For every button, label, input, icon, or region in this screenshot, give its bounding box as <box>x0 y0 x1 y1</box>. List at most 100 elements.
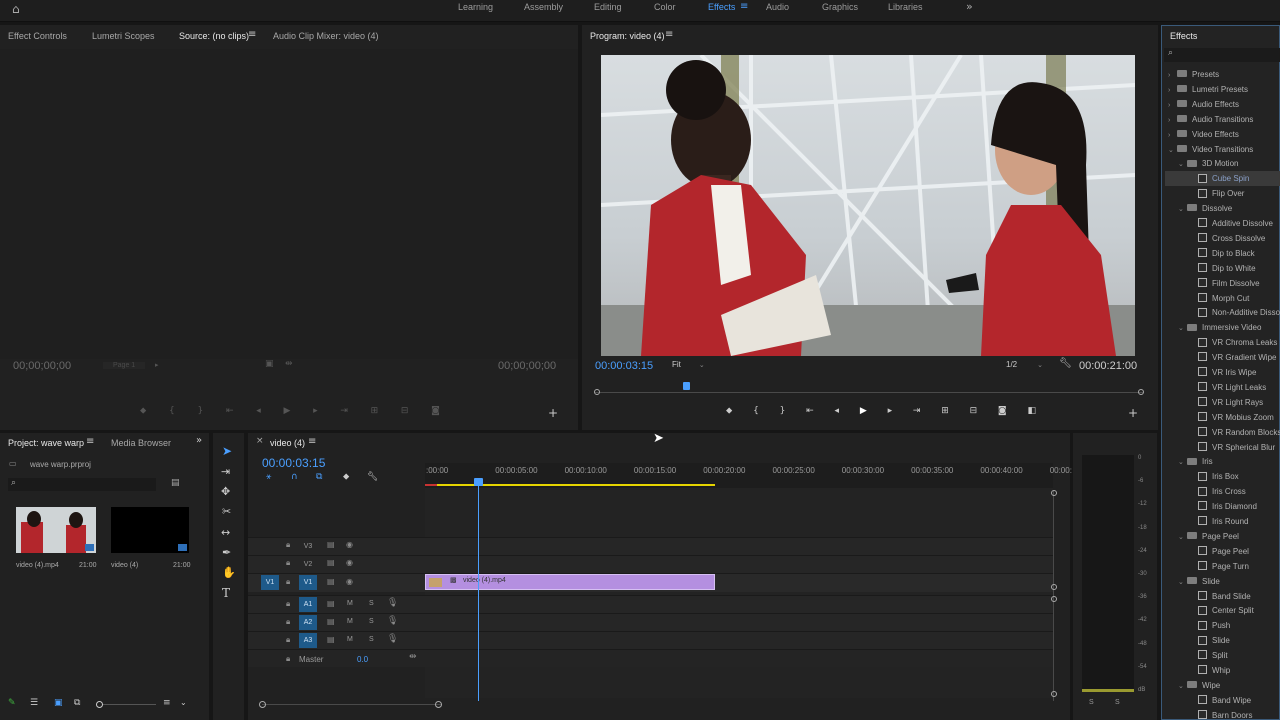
effects-tree-item[interactable]: Iris Diamond <box>1165 499 1280 514</box>
effects-tree-item[interactable]: Iris Cross <box>1165 484 1280 499</box>
camera-icon[interactable]: ◙ <box>998 407 1007 419</box>
linked-selection-icon[interactable]: ⧉ <box>316 473 322 482</box>
effects-tree-item[interactable]: › Lumetri Presets <box>1165 82 1280 97</box>
solo-right-button[interactable]: S <box>1115 699 1120 706</box>
source-next-page-icon[interactable]: ▸ <box>155 362 159 369</box>
effects-tree-item[interactable]: Center Split <box>1165 603 1280 618</box>
video-clip[interactable]: ▩ video (4).mp4 <box>425 574 715 590</box>
step-forward-icon[interactable]: ▸ <box>313 407 318 419</box>
mute-button[interactable]: M <box>347 636 353 643</box>
effects-tree-item[interactable]: ⌄ Immersive Video <box>1165 320 1280 335</box>
effects-tree-item[interactable]: Dip to Black <box>1165 246 1280 261</box>
pencil-icon[interactable]: ✎ <box>8 699 16 708</box>
project-search-input[interactable]: ⌕ <box>8 478 156 491</box>
effects-tree-item[interactable]: › Audio Effects <box>1165 97 1280 112</box>
hand-tool-icon[interactable]: ✋ <box>222 567 236 578</box>
play-icon[interactable]: ▶ <box>860 407 867 419</box>
tab-source[interactable]: Source: (no clips) <box>179 31 249 41</box>
sync-lock-icon[interactable]: ▤ <box>327 559 335 567</box>
track-label-a1[interactable]: A1 <box>299 597 317 612</box>
chevron-right-icon[interactable]: › <box>1168 98 1177 112</box>
horizontal-scrollbar[interactable] <box>262 704 442 705</box>
wrench-icon[interactable]: 🔧︎ <box>1059 359 1072 369</box>
track-select-tool-icon[interactable]: ⇥ <box>221 466 230 477</box>
program-menu-icon[interactable]: ≡ <box>665 30 673 40</box>
chevron-right-icon[interactable]: › <box>1168 128 1177 142</box>
overwrite-icon[interactable]: ⊟ <box>401 407 409 419</box>
program-timecode[interactable]: 00:00:03:15 <box>595 360 653 372</box>
media-thumbnail-1[interactable] <box>16 507 96 553</box>
source-target-v1[interactable]: V1 <box>261 575 279 590</box>
chevron-right-icon[interactable]: › <box>1168 68 1177 82</box>
lock-icon[interactable]: 🔒︎ <box>286 559 290 567</box>
program-add-button-icon[interactable]: + <box>1128 407 1138 419</box>
step-forward-icon[interactable]: ▸ <box>888 407 893 419</box>
timeline-timecode[interactable]: 00:00:03:15 <box>262 456 325 470</box>
lock-icon[interactable]: 🔒︎ <box>286 655 290 663</box>
effects-tree-item[interactable]: VR Light Rays <box>1165 395 1280 410</box>
effects-tree-item[interactable]: › Presets <box>1165 67 1280 82</box>
eye-icon[interactable]: ◉ <box>346 541 353 549</box>
effects-tree-item[interactable]: Flip Over <box>1165 186 1280 201</box>
effects-tree-item[interactable]: Slide <box>1165 633 1280 648</box>
track-label-v3[interactable]: V3 <box>299 539 317 554</box>
hscroll-handle-right[interactable] <box>435 701 442 708</box>
effects-tree-item[interactable]: Band Slide <box>1165 589 1280 604</box>
source-add-button-icon[interactable]: + <box>548 407 558 419</box>
work-area-bar[interactable] <box>425 484 715 486</box>
timeline-playhead-handle[interactable] <box>474 478 483 486</box>
lock-icon[interactable]: 🔒︎ <box>286 541 290 549</box>
effects-tree-item[interactable]: ⌄ Dissolve <box>1165 201 1280 216</box>
hscroll-handle-left[interactable] <box>259 701 266 708</box>
compare-icon[interactable]: ◧ <box>1027 407 1036 419</box>
scrub-end-handle[interactable] <box>1138 389 1144 395</box>
mute-button[interactable]: M <box>347 600 353 607</box>
workspace-libraries[interactable]: Libraries <box>888 2 923 12</box>
source-menu-icon[interactable]: ≡ <box>248 30 256 40</box>
timeline-title[interactable]: video (4) <box>270 438 305 448</box>
workspace-editing[interactable]: Editing <box>594 2 622 12</box>
new-bin-icon[interactable]: ▤ <box>171 479 180 488</box>
mark-in-icon[interactable]: { <box>169 407 175 419</box>
effects-tree-item[interactable]: Cube Spin <box>1165 171 1280 187</box>
effects-tree-item[interactable]: ⌄ Slide <box>1165 574 1280 589</box>
effects-tree-item[interactable]: ⌄ Wipe <box>1165 678 1280 693</box>
workspace-effects[interactable]: Effects <box>708 2 735 12</box>
icon-view-icon[interactable]: ▣ <box>54 699 63 708</box>
effects-tree-item[interactable]: Band Wipe <box>1165 693 1280 708</box>
microphone-icon[interactable]: 🎙︎ <box>387 599 398 608</box>
extract-icon[interactable]: ⊟ <box>970 407 978 419</box>
effects-tree-item[interactable]: Additive Dissolve <box>1165 216 1280 231</box>
track-label-v1[interactable]: V1 <box>299 575 317 590</box>
workspace-audio[interactable]: Audio <box>766 2 789 12</box>
add-marker-icon[interactable]: ⬥ <box>343 473 349 482</box>
chevron-right-icon[interactable]: › <box>1168 113 1177 127</box>
project-menu-icon[interactable]: ≡ <box>86 437 94 447</box>
solo-button[interactable]: S <box>369 600 374 607</box>
chevron-down-icon[interactable]: ⌄ <box>1178 679 1187 693</box>
lift-icon[interactable]: ⊞ <box>941 407 949 419</box>
effects-tree-item[interactable]: Split <box>1165 648 1280 663</box>
track-label-v2[interactable]: V2 <box>299 557 317 572</box>
lock-icon[interactable]: 🔒︎ <box>286 618 290 626</box>
effects-tree-item[interactable]: Barn Doors <box>1165 708 1280 720</box>
effects-search-input[interactable]: ⌕ <box>1164 48 1280 62</box>
chevron-down-icon[interactable]: ⌄ <box>1178 202 1187 216</box>
chevron-down-icon[interactable]: ⌄ <box>1178 157 1187 171</box>
effects-tree-item[interactable]: Iris Box <box>1165 469 1280 484</box>
mark-out-icon[interactable]: } <box>780 407 786 419</box>
effects-tree-item[interactable]: VR Gradient Wipe <box>1165 350 1280 365</box>
effects-tree-item[interactable]: VR Chroma Leaks <box>1165 335 1280 350</box>
source-output-icon[interactable]: ⇹ <box>285 360 293 369</box>
track-label-a2[interactable]: A2 <box>299 615 317 630</box>
effects-tree-item[interactable]: ⌄ Page Peel <box>1165 529 1280 544</box>
step-back-icon[interactable]: ◂ <box>835 407 840 419</box>
master-volume[interactable]: 0.0 <box>357 655 368 664</box>
home-icon[interactable]: ⌂ <box>12 3 20 15</box>
zoom-slider[interactable] <box>96 704 156 705</box>
workspace-color[interactable]: Color <box>654 2 676 12</box>
pen-tool-icon[interactable]: ✒ <box>222 547 231 558</box>
microphone-icon[interactable]: 🎙︎ <box>387 635 398 644</box>
workspace-graphics[interactable]: Graphics <box>822 2 858 12</box>
marker-icon[interactable]: ⬥ <box>140 407 146 419</box>
